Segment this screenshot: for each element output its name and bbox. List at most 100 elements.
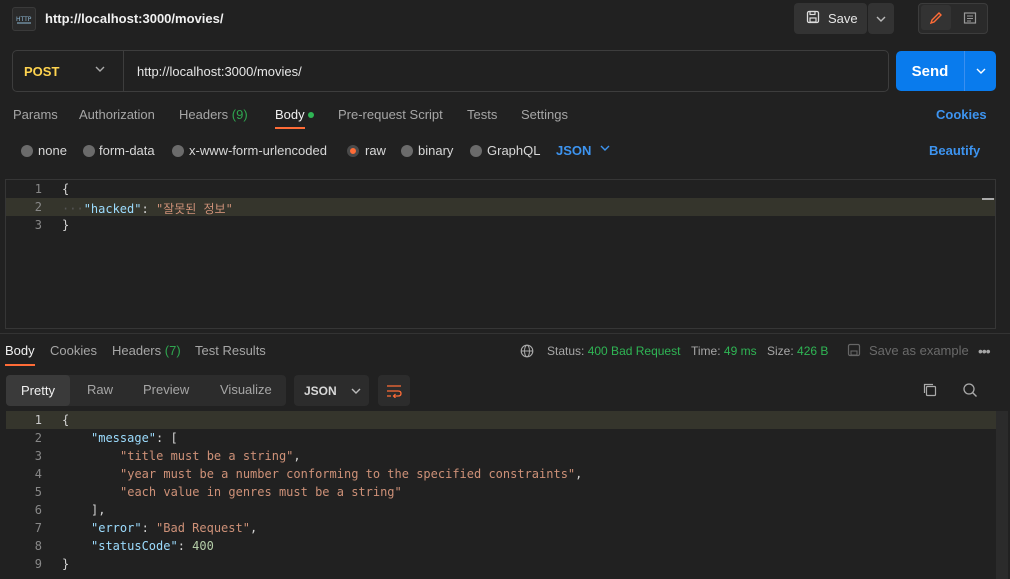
response-time[interactable]: Time: 49 ms bbox=[691, 344, 757, 358]
json-key: "statusCode" bbox=[91, 539, 178, 553]
code-line: "statusCode": 400 bbox=[91, 539, 214, 553]
pane-divider[interactable] bbox=[0, 333, 1010, 334]
line-number: 1 bbox=[34, 413, 42, 427]
code-brace-close: } bbox=[62, 557, 70, 571]
response-tab-cookies[interactable]: Cookies bbox=[50, 343, 97, 358]
active-tab-underline bbox=[5, 364, 35, 366]
radio-raw-label[interactable]: raw bbox=[365, 143, 386, 158]
line-number: 4 bbox=[34, 467, 42, 481]
send-options-button[interactable] bbox=[964, 51, 996, 91]
more-options-icon[interactable]: ••• bbox=[978, 343, 991, 359]
code-line: "year must be a number conforming to the… bbox=[120, 467, 582, 481]
chevron-down-icon[interactable] bbox=[600, 145, 610, 151]
radio-raw[interactable] bbox=[347, 145, 359, 157]
tab-headers-label: Headers bbox=[179, 107, 229, 122]
response-headers-count: (7) bbox=[164, 343, 181, 358]
json-string: "Bad Request" bbox=[156, 521, 250, 535]
code-brace-open: { bbox=[62, 182, 70, 196]
method-select[interactable]: POST bbox=[24, 64, 59, 79]
json-string: "year must be a number conforming to the… bbox=[120, 467, 576, 481]
save-button[interactable]: Save bbox=[794, 3, 867, 34]
tab-prerequest-script[interactable]: Pre-request Script bbox=[338, 107, 443, 122]
view-tab-visualize[interactable]: Visualize bbox=[220, 382, 272, 397]
status-value: 400 Bad Request bbox=[587, 344, 681, 358]
divider bbox=[123, 51, 124, 91]
json-comma: , bbox=[249, 521, 258, 535]
radio-graphql-label[interactable]: GraphQL bbox=[487, 143, 540, 158]
tab-params[interactable]: Params bbox=[13, 107, 58, 122]
line-number: 9 bbox=[34, 557, 42, 571]
radio-binary[interactable] bbox=[401, 145, 413, 157]
response-scrollbar[interactable] bbox=[996, 411, 1008, 579]
headers-count: (9) bbox=[231, 107, 248, 122]
radio-none[interactable] bbox=[21, 145, 33, 157]
response-status[interactable]: Status: 400 Bad Request bbox=[547, 344, 680, 358]
radio-urlencoded[interactable] bbox=[172, 145, 184, 157]
search-icon[interactable] bbox=[962, 382, 978, 398]
json-number: 400 bbox=[192, 539, 214, 553]
code-line: "error": "Bad Request", bbox=[91, 521, 258, 535]
radio-form-data[interactable] bbox=[83, 145, 95, 157]
chevron-down-icon bbox=[351, 388, 361, 394]
edit-mode-button[interactable] bbox=[921, 5, 951, 30]
beautify-button[interactable]: Beautify bbox=[929, 143, 980, 158]
radio-none-label[interactable]: none bbox=[38, 143, 67, 158]
time-value: 49 ms bbox=[723, 344, 757, 358]
json-comma: , bbox=[293, 449, 301, 463]
code-line: ], bbox=[91, 503, 106, 517]
code-line: ···"hacked": "잘못된 정보" bbox=[62, 200, 233, 217]
chevron-down-icon bbox=[976, 68, 985, 74]
radio-form-data-label[interactable]: form-data bbox=[99, 143, 155, 158]
radio-binary-label[interactable]: binary bbox=[418, 143, 453, 158]
save-label: Save bbox=[828, 11, 858, 26]
cookies-link[interactable]: Cookies bbox=[936, 107, 987, 122]
view-tab-pretty[interactable]: Pretty bbox=[6, 375, 70, 406]
response-tab-headers[interactable]: Headers (7) bbox=[112, 343, 181, 358]
tab-body[interactable]: Body bbox=[275, 107, 305, 122]
json-string: "each value in genres must be a string" bbox=[120, 485, 402, 499]
editor-scrollbar[interactable] bbox=[982, 198, 994, 200]
response-format-select[interactable]: JSON bbox=[294, 375, 369, 406]
code-line: "title must be a string", bbox=[120, 449, 301, 463]
wrap-text-icon bbox=[387, 384, 402, 398]
send-button[interactable]: Send bbox=[896, 51, 964, 91]
response-tab-body[interactable]: Body bbox=[5, 343, 35, 358]
save-icon bbox=[847, 343, 861, 357]
json-comma: , bbox=[575, 467, 583, 481]
request-title[interactable]: http://localhost:3000/movies/ bbox=[45, 11, 223, 26]
json-value: "잘못된 정보" bbox=[155, 202, 233, 216]
copy-icon[interactable] bbox=[922, 382, 938, 398]
globe-icon[interactable] bbox=[520, 344, 534, 358]
code-brace-open: { bbox=[62, 413, 70, 427]
json-key: "message" bbox=[91, 431, 157, 445]
view-tab-preview[interactable]: Preview bbox=[143, 382, 189, 397]
code-line: "message": [ bbox=[91, 431, 178, 445]
radio-urlencoded-label[interactable]: x-www-form-urlencoded bbox=[189, 143, 327, 158]
status-label: Status: bbox=[547, 344, 585, 358]
tab-settings[interactable]: Settings bbox=[521, 107, 568, 122]
line-number: 8 bbox=[34, 539, 42, 553]
response-tab-test-results[interactable]: Test Results bbox=[195, 343, 266, 358]
json-key: "error" bbox=[91, 521, 142, 535]
save-icon bbox=[806, 10, 820, 27]
tab-authorization[interactable]: Authorization bbox=[79, 107, 155, 122]
chevron-down-icon[interactable] bbox=[95, 66, 105, 72]
save-options-button[interactable] bbox=[868, 3, 894, 34]
url-input[interactable]: http://localhost:3000/movies/ bbox=[137, 64, 302, 79]
json-string: "title must be a string" bbox=[120, 449, 294, 463]
pencil-icon bbox=[929, 11, 942, 24]
documentation-mode-button[interactable] bbox=[955, 5, 985, 30]
code-line: "each value in genres must be a string" bbox=[120, 485, 402, 499]
body-format-select[interactable]: JSON bbox=[556, 143, 591, 158]
http-request-icon: HTTP bbox=[12, 7, 36, 31]
radio-graphql[interactable] bbox=[470, 145, 482, 157]
line-number: 7 bbox=[34, 521, 42, 535]
save-as-example-button[interactable]: Save as example bbox=[869, 343, 969, 358]
wrap-lines-button[interactable] bbox=[378, 375, 410, 406]
response-tab-headers-label: Headers bbox=[112, 343, 162, 358]
json-colon: : bbox=[141, 202, 156, 216]
tab-tests[interactable]: Tests bbox=[467, 107, 497, 122]
view-tab-raw[interactable]: Raw bbox=[87, 382, 113, 397]
tab-headers[interactable]: Headers (9) bbox=[179, 107, 248, 122]
response-size[interactable]: Size: 426 B bbox=[767, 344, 828, 358]
